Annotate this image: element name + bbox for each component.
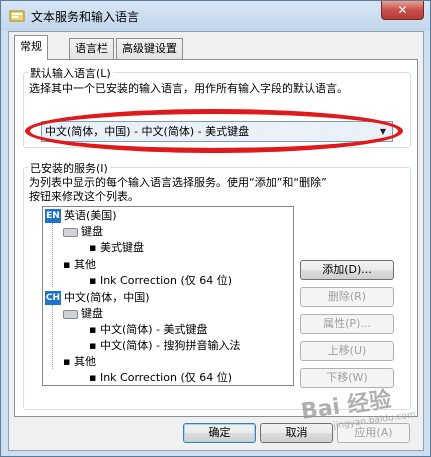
tree-node-us-keyboard[interactable]: ▪ 美式键盘: [89, 240, 144, 256]
tree-node-label: 英语(美国): [64, 209, 117, 222]
bullet-icon: ▪: [89, 339, 100, 352]
tree-node-label: 美式键盘: [99, 241, 144, 254]
installed-services-description-2: 按钮来修改这个列表。: [29, 190, 139, 203]
cancel-button[interactable]: 取消: [260, 423, 333, 443]
window-title: 文本服务和输入语言: [31, 10, 140, 24]
installed-services-tree[interactable]: EN 英语(美国) 键盘 ▪ 美式键盘 ▪ 其他 ▪ Ink Correction…: [42, 206, 294, 386]
tree-node-chinese-simplified[interactable]: CH 中文(简体，中国): [45, 290, 150, 306]
tree-node-other[interactable]: ▪ 其他: [63, 257, 96, 273]
tree-connector: [52, 223, 53, 287]
tree-node-keyboard[interactable]: 键盘: [63, 224, 103, 240]
dialog-window: 文本服务和输入语言 ✕ 常规 语言栏 高级键设置 默认输入语言(L) 选择其中一…: [0, 0, 431, 457]
chevron-down-icon[interactable]: ▼: [376, 123, 390, 140]
default-language-selected: 中文(简体，中国) - 中文(简体) - 美式键盘: [45, 125, 250, 138]
tree-node-label: 中文(简体) - 美式键盘: [99, 323, 208, 336]
add-button[interactable]: 添加(D)...: [300, 260, 394, 280]
tree-node-ink-correction[interactable]: ▪ Ink Correction (仅 64 位): [89, 273, 232, 289]
tree-node-english-us[interactable]: EN 英语(美国): [45, 208, 117, 224]
default-language-description: 选择其中一个已安装的输入语言，用作所有输入字段的默认语言。: [29, 82, 348, 95]
tree-node-label: 中文(简体，中国): [64, 291, 150, 304]
bullet-icon: ▪: [89, 323, 100, 336]
ok-button[interactable]: 确定: [183, 423, 256, 443]
close-icon: ✕: [397, 3, 408, 17]
app-icon: [9, 10, 25, 22]
close-button[interactable]: ✕: [381, 1, 424, 20]
move-down-button[interactable]: 下移(W): [300, 368, 394, 388]
bullet-icon: ▪: [89, 241, 100, 254]
tab-language-bar[interactable]: 语言栏: [69, 38, 114, 59]
tree-node-sogou-pinyin[interactable]: ▪ 中文(简体) - 搜狗拼音输入法: [89, 338, 241, 354]
properties-button[interactable]: 属性(P)...: [300, 314, 394, 334]
en-language-icon: EN: [45, 209, 61, 223]
title-bar[interactable]: 文本服务和输入语言 ✕: [1, 1, 430, 31]
keyboard-icon: [63, 227, 78, 237]
tree-node-keyboard[interactable]: 键盘: [63, 306, 103, 322]
apply-button[interactable]: 应用(A): [337, 423, 410, 443]
bullet-icon: ▪: [63, 258, 74, 271]
keyboard-icon: [63, 309, 78, 319]
move-up-button[interactable]: 上移(U): [300, 341, 394, 361]
tree-node-chinese-us-keyboard[interactable]: ▪ 中文(简体) - 美式键盘: [89, 322, 208, 338]
remove-button[interactable]: 删除(R): [300, 287, 394, 307]
tree-node-label: 键盘: [81, 307, 103, 320]
default-language-label: 默认输入语言(L): [28, 65, 113, 81]
installed-services-description-1: 为列表中显示的每个输入语言选择服务。使用“添加”和“删除”: [29, 176, 327, 189]
tree-node-other[interactable]: ▪ 其他: [63, 354, 96, 370]
tree-node-label: 键盘: [81, 225, 103, 238]
installed-services-label: 已安装的服务(I): [28, 160, 110, 176]
default-language-dropdown[interactable]: 中文(简体，中国) - 中文(简体) - 美式键盘 ▼: [41, 121, 393, 142]
tree-node-ink-correction[interactable]: ▪ Ink Correction (仅 64 位): [89, 370, 233, 385]
tree-node-label: 其他: [73, 355, 96, 368]
tree-connector: [52, 305, 53, 369]
bullet-icon: ▪: [89, 274, 100, 287]
tree-node-label: 中文(简体) - 搜狗拼音输入法: [99, 339, 241, 352]
ch-language-icon: CH: [45, 291, 61, 305]
bullet-icon: ▪: [63, 355, 74, 368]
tree-node-label: 其他: [73, 258, 96, 271]
tab-general[interactable]: 常规: [14, 35, 48, 60]
bullet-icon: ▪: [89, 371, 100, 384]
tab-advanced-key-settings[interactable]: 高级键设置: [116, 38, 183, 59]
tree-node-label: Ink Correction (仅 64 位): [99, 371, 233, 384]
tree-node-label: Ink Correction (仅 64 位): [99, 274, 233, 287]
